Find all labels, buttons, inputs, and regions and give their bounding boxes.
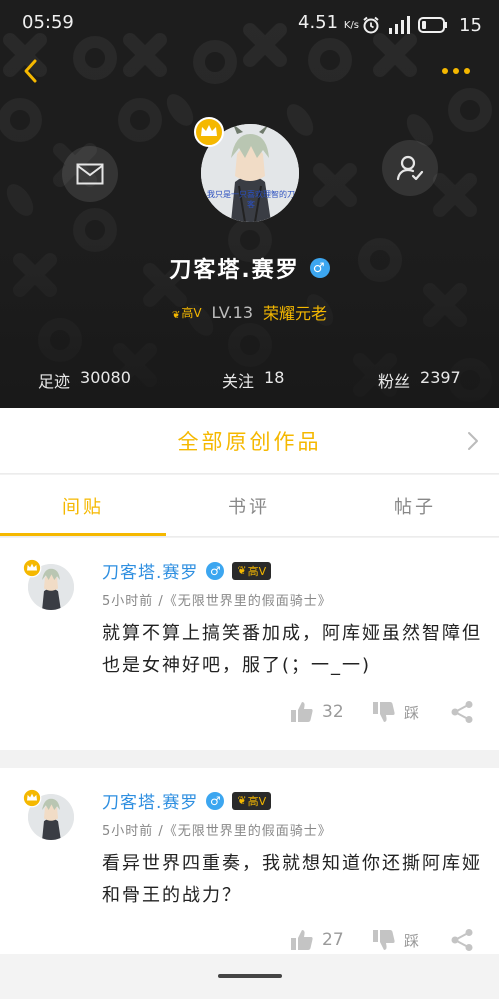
user-level: LV.13	[211, 302, 254, 322]
back-button[interactable]	[16, 56, 46, 86]
tab-book-reviews[interactable]: 书评	[166, 493, 332, 519]
post-author-name[interactable]: 刀客塔.赛罗	[102, 788, 198, 813]
more-dot	[442, 68, 448, 74]
profile-stats: 足迹 30080 关注 18 粉丝 2397	[0, 368, 499, 392]
post-meta[interactable]: 5小时前 /《无限世界里的假面骑士》	[102, 820, 332, 839]
home-gesture-handle[interactable]	[218, 974, 282, 978]
share-button[interactable]	[450, 700, 474, 728]
message-button[interactable]	[62, 146, 118, 202]
post-actions: 32 踩	[290, 700, 490, 728]
post-actions: 27 踩	[290, 928, 490, 956]
stat-value: 18	[264, 368, 285, 387]
post-meta[interactable]: 5小时前 /《无限世界里的假面骑士》	[102, 590, 332, 609]
vip-badge: ❦ 高V	[232, 791, 272, 810]
stat-label: 关注	[222, 372, 255, 391]
status-network-speed: 4.51 K/s	[298, 12, 359, 33]
stat-following[interactable]: 关注 18	[222, 368, 284, 392]
battery-icon	[418, 17, 447, 33]
chevron-right-icon	[468, 432, 478, 450]
vip-badge: ❦ 高V	[232, 561, 272, 580]
tab-threads[interactable]: 帖子	[332, 493, 498, 519]
original-works-link[interactable]: 全部原创作品	[0, 408, 499, 474]
share-icon	[451, 929, 473, 951]
post-author-avatar[interactable]	[22, 788, 74, 840]
vip-label: 高V	[181, 305, 202, 320]
post-author-row: 刀客塔.赛罗 ♂ ❦ 高V	[102, 788, 272, 813]
share-button[interactable]	[450, 928, 474, 956]
tab-short-posts[interactable]: 间贴	[0, 493, 166, 519]
thumbs-down-icon	[373, 702, 395, 722]
male-gender-icon: ♂	[309, 258, 330, 278]
male-gender-icon: ♂	[206, 791, 225, 810]
status-time: 05:59	[22, 12, 74, 33]
stat-value: 2397	[420, 368, 461, 387]
thumbs-up-icon	[291, 930, 313, 950]
like-button[interactable]: 32	[290, 700, 344, 724]
stat-label: 粉丝	[378, 372, 411, 391]
like-button[interactable]: 27	[290, 928, 344, 952]
thumbs-up-icon	[291, 702, 313, 722]
stat-footprint[interactable]: 足迹 30080	[38, 368, 131, 392]
like-count: 27	[322, 930, 344, 950]
speed-value: 4.51	[298, 12, 339, 33]
vip-label: 高V	[247, 794, 267, 808]
crown-icon	[22, 558, 42, 578]
dislike-label: 踩	[404, 931, 420, 950]
like-count: 32	[322, 702, 344, 722]
vip-badge: ❦ 高V	[172, 304, 202, 321]
dislike-button[interactable]: 踩	[372, 700, 419, 724]
signal-icon	[389, 16, 410, 34]
post-author-avatar[interactable]	[22, 558, 74, 610]
profile-username: 刀客塔.赛罗	[169, 258, 300, 283]
stat-label: 足迹	[38, 372, 71, 391]
mail-icon	[76, 163, 104, 185]
male-gender-icon: ♂	[206, 561, 225, 580]
stat-value: 30080	[80, 368, 131, 387]
profile-header: 05:59 4.51 K/s 15 我只是一只喜欢理智的刀客 刀客塔.赛罗 ♂ …	[0, 0, 499, 408]
vip-wing-icon: ❦	[237, 794, 247, 807]
profile-username-row: 刀客塔.赛罗 ♂	[0, 252, 499, 284]
dislike-button[interactable]: 踩	[372, 928, 419, 952]
speed-unit: K/s	[343, 20, 359, 31]
post-body: 就算不算上搞笑番加成，阿库娅虽然智障但也是女神好吧，服了(；一_一)	[102, 623, 482, 676]
follow-user-icon	[396, 155, 424, 181]
thumbs-down-icon	[373, 930, 395, 950]
alarm-icon	[363, 16, 379, 34]
vip-wing-icon: ❦	[237, 564, 247, 577]
post-author-row: 刀客塔.赛罗 ♂ ❦ 高V	[102, 558, 272, 583]
more-dot	[464, 68, 470, 74]
post-body: 看异世界四重奏，我就想知道你还撕阿库娅和骨王的战力？	[102, 853, 482, 906]
vip-wing-icon: ❦	[171, 309, 181, 321]
status-bar: 05:59 4.51 K/s 15	[0, 0, 499, 48]
level-title: 荣耀元老	[263, 304, 328, 323]
system-gesture-bar	[0, 954, 499, 999]
level-row: ❦ 高V LV.13 荣耀元老	[0, 300, 499, 324]
more-dot	[453, 68, 459, 74]
battery-level: 15	[459, 14, 482, 36]
post-author-name[interactable]: 刀客塔.赛罗	[102, 558, 198, 583]
works-title: 全部原创作品	[177, 430, 322, 454]
share-icon	[451, 701, 473, 723]
profile-avatar[interactable]: 我只是一只喜欢理智的刀客	[194, 117, 301, 228]
post-card[interactable]: 刀客塔.赛罗 ♂ ❦ 高V 5小时前 /《无限世界里的假面骑士》 就算不算上搞笑番…	[0, 538, 499, 750]
stat-fans[interactable]: 粉丝 2397	[378, 368, 461, 392]
content-tabs: 间贴 书评 帖子	[0, 475, 499, 537]
crown-icon	[22, 788, 42, 808]
dislike-label: 踩	[404, 703, 420, 722]
status-icons: 15	[362, 14, 482, 36]
follow-button[interactable]	[382, 140, 438, 196]
active-tab-indicator	[0, 533, 166, 536]
vip-label: 高V	[247, 564, 267, 578]
back-arrow-icon	[24, 59, 37, 83]
more-button[interactable]	[442, 62, 478, 80]
avatar-caption: 我只是一只喜欢理智的刀客	[207, 190, 295, 209]
crown-icon	[194, 117, 224, 147]
